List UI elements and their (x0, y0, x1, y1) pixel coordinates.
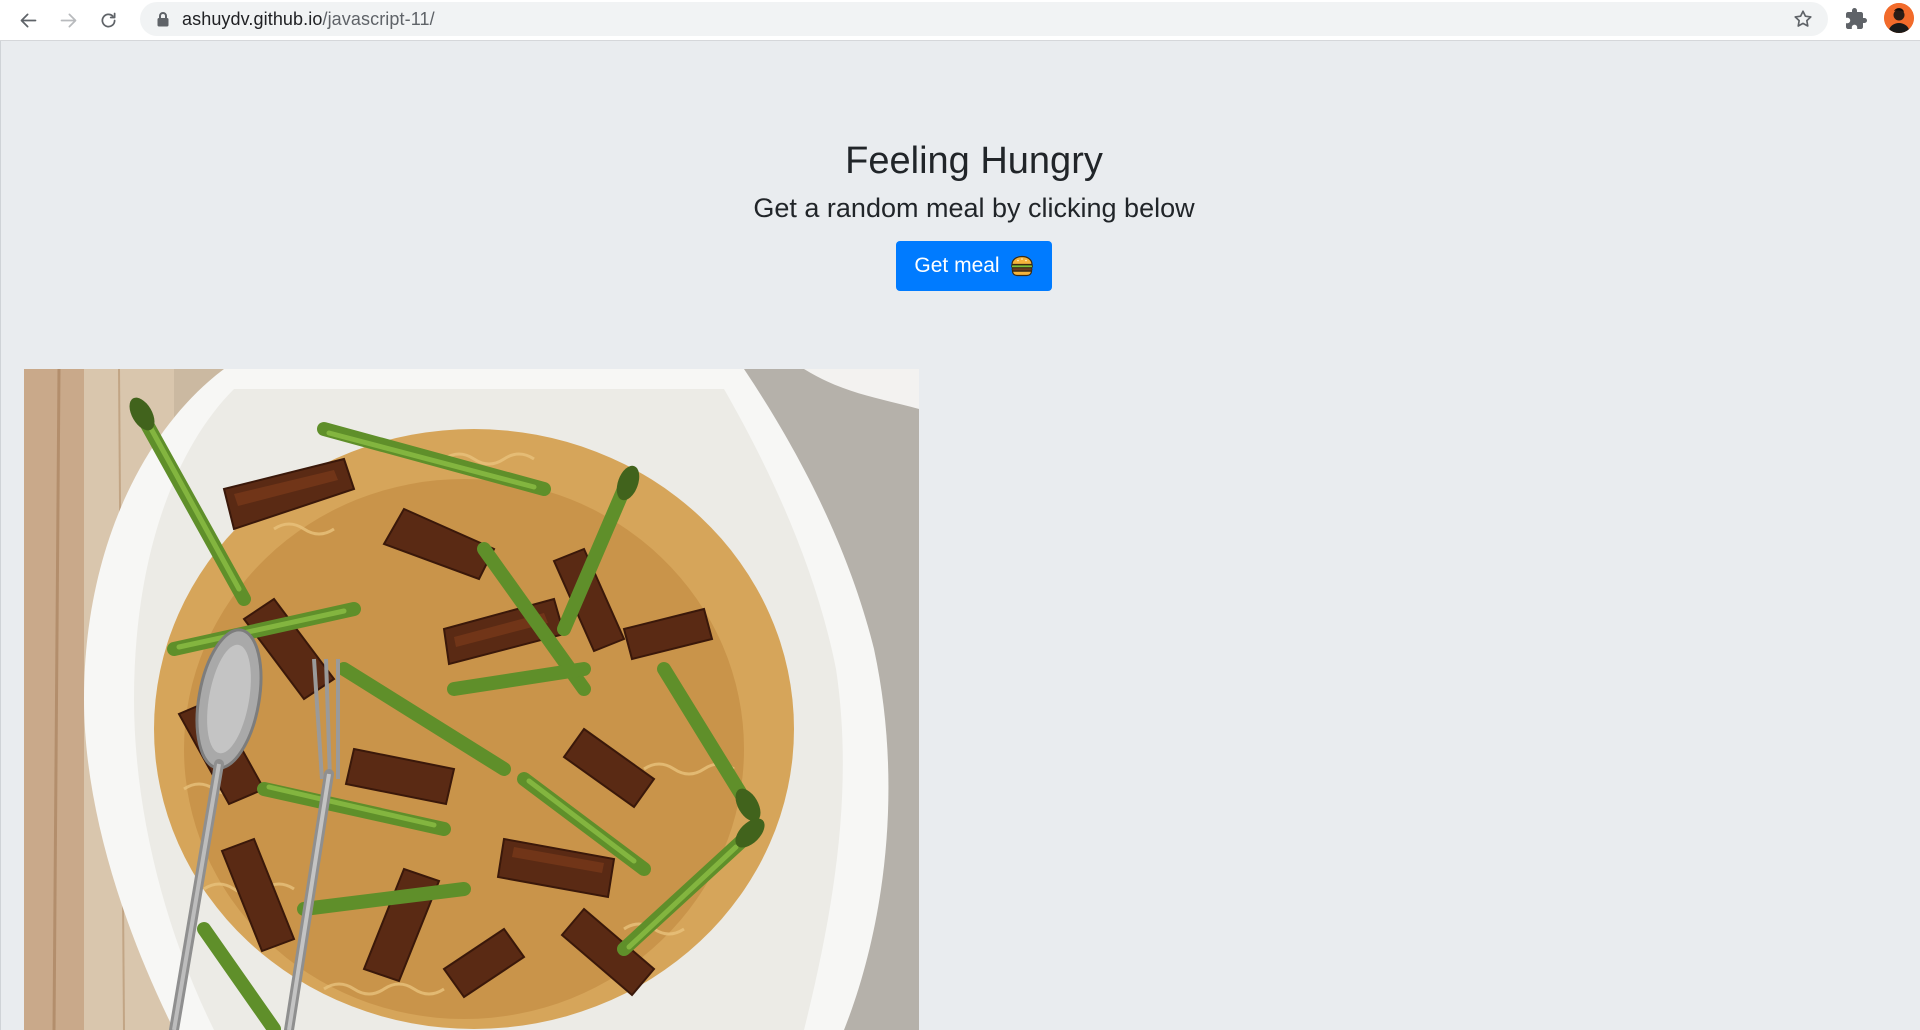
address-bar[interactable]: ashuydv.github.io/javascript-11/ (140, 2, 1828, 36)
url-path: /javascript-11/ (322, 8, 435, 29)
back-button[interactable] (8, 3, 48, 37)
back-arrow-icon (20, 13, 36, 27)
page-subtitle: Get a random meal by clicking below (753, 193, 1195, 223)
avatar[interactable] (1884, 3, 1914, 33)
hero-section: Feeling Hungry Get a random meal by clic… (1, 137, 1920, 291)
forward-arrow-icon (60, 13, 76, 27)
forward-button[interactable] (48, 3, 88, 37)
page-content: Feeling Hungry Get a random meal by clic… (0, 41, 1920, 1030)
url-text[interactable]: ashuydv.github.io/javascript-11/ (182, 9, 435, 30)
url-host: ashuydv.github.io (182, 8, 323, 29)
reload-button[interactable] (88, 3, 128, 37)
burger-emoji-icon (1010, 255, 1034, 277)
get-meal-button-label: Get meal (914, 254, 1000, 277)
star-icon[interactable] (1792, 8, 1814, 30)
browser-toolbar: ashuydv.github.io/javascript-11/ (0, 0, 1920, 41)
page-title: Feeling Hungry (845, 140, 1103, 182)
lock-icon[interactable] (156, 11, 170, 27)
extensions-icon[interactable] (1844, 7, 1868, 31)
get-meal-button[interactable]: Get meal (896, 241, 1052, 291)
meal-image (24, 369, 919, 1030)
reload-icon (101, 12, 115, 27)
